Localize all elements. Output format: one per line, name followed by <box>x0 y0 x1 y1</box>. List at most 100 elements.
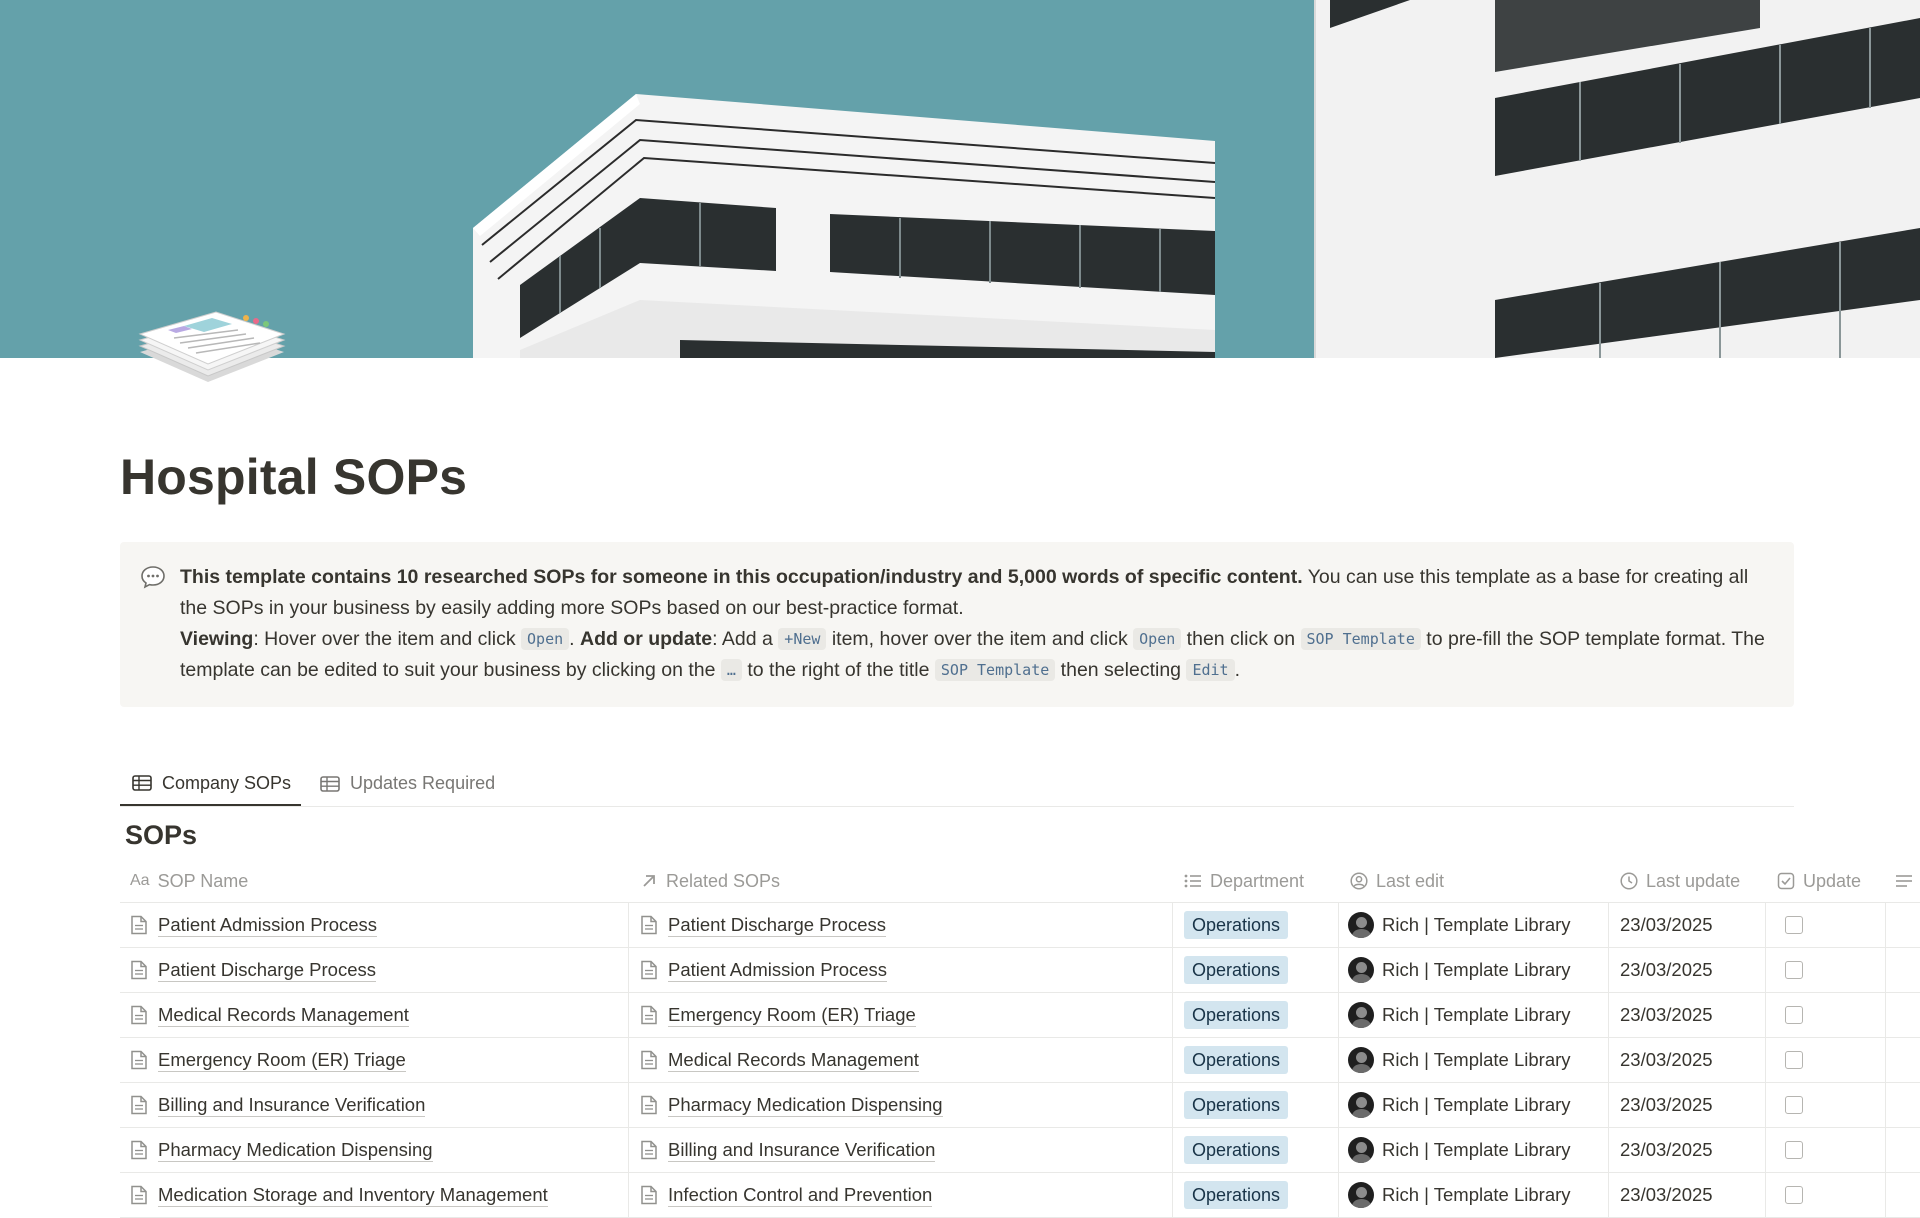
column-header-last-update[interactable]: Last update <box>1620 860 1740 902</box>
column-header-sop-name[interactable]: Aa SOP Name <box>130 860 248 902</box>
related-sop-cell[interactable]: Patient Discharge Process <box>640 903 1170 947</box>
last-edit-cell[interactable]: Rich | Template Library <box>1348 1083 1571 1127</box>
sop-name-cell[interactable]: Pharmacy Medication Dispensing <box>130 1128 630 1172</box>
table-row[interactable]: Patient Discharge Process Patient Admiss… <box>120 948 1920 993</box>
sop-name[interactable]: Medical Records Management <box>158 1004 409 1027</box>
update-cell[interactable] <box>1777 1128 1803 1172</box>
text-property-icon: Aa <box>130 872 150 889</box>
editor-name: Rich | Template Library <box>1382 1094 1571 1115</box>
speech-bubble-icon[interactable] <box>140 564 166 590</box>
table-row[interactable]: Medical Records Management Emergency Roo… <box>120 993 1920 1038</box>
update-cell[interactable] <box>1777 993 1803 1037</box>
department-tag: Operations <box>1184 1136 1289 1164</box>
related-sop-link[interactable]: Patient Discharge Process <box>668 914 886 937</box>
sop-name-cell[interactable]: Medical Records Management <box>130 993 630 1037</box>
column-label: Department <box>1210 870 1305 891</box>
last-update-cell[interactable]: 23/03/2025 <box>1620 1083 1713 1127</box>
department-cell[interactable]: Operations <box>1184 948 1289 992</box>
last-update-cell[interactable]: 23/03/2025 <box>1620 903 1713 947</box>
callout-text: then selecting <box>1055 659 1187 681</box>
table-row[interactable]: Medication Storage and Inventory Managem… <box>120 1173 1920 1218</box>
last-edit-cell[interactable]: Rich | Template Library <box>1348 1128 1571 1172</box>
related-sop-cell[interactable]: Patient Admission Process <box>640 948 1170 992</box>
department-tag: Operations <box>1184 911 1289 939</box>
update-cell[interactable] <box>1777 1083 1803 1127</box>
last-update-cell[interactable]: 23/03/2025 <box>1620 993 1713 1037</box>
database-title[interactable]: SOPs <box>125 820 197 851</box>
sop-name[interactable]: Patient Discharge Process <box>158 959 376 982</box>
department-cell[interactable]: Operations <box>1184 1173 1289 1217</box>
update-checkbox[interactable] <box>1785 1051 1803 1069</box>
sop-name-cell[interactable]: Patient Admission Process <box>130 903 630 947</box>
column-header-more[interactable] <box>1895 860 1920 902</box>
update-checkbox[interactable] <box>1785 916 1803 934</box>
last-edit-cell[interactable]: Rich | Template Library <box>1348 1173 1571 1217</box>
stacked-papers-icon[interactable] <box>134 300 290 390</box>
column-label: Update <box>1803 870 1862 891</box>
last-edit-cell[interactable]: Rich | Template Library <box>1348 1038 1571 1082</box>
update-cell[interactable] <box>1777 1173 1803 1217</box>
table-row[interactable]: Pharmacy Medication Dispensing Billing a… <box>120 1128 1920 1173</box>
update-checkbox[interactable] <box>1785 1096 1803 1114</box>
related-sop-link[interactable]: Medical Records Management <box>668 1049 919 1072</box>
sop-name[interactable]: Patient Admission Process <box>158 914 378 937</box>
update-cell[interactable] <box>1777 903 1803 947</box>
related-sop-cell[interactable]: Infection Control and Prevention <box>640 1173 1170 1217</box>
tab-updates-required[interactable]: Updates Required <box>320 762 495 805</box>
sop-name[interactable]: Emergency Room (ER) Triage <box>158 1049 406 1072</box>
sop-name-cell[interactable]: Patient Discharge Process <box>130 948 630 992</box>
last-update-cell[interactable]: 23/03/2025 <box>1620 948 1713 992</box>
last-update-cell[interactable]: 23/03/2025 <box>1620 1128 1713 1172</box>
related-sop-cell[interactable]: Pharmacy Medication Dispensing <box>640 1083 1170 1127</box>
department-cell[interactable]: Operations <box>1184 1083 1289 1127</box>
column-header-last-edit[interactable]: Last edit <box>1350 860 1444 902</box>
info-callout: This template contains 10 researched SOP… <box>120 542 1794 707</box>
table-row[interactable]: Patient Admission Process Patient Discha… <box>120 903 1920 948</box>
department-cell[interactable]: Operations <box>1184 903 1289 947</box>
last-edit-cell[interactable]: Rich | Template Library <box>1348 948 1571 992</box>
callout-text: : Add a <box>712 628 779 650</box>
related-sop-cell[interactable]: Medical Records Management <box>640 1038 1170 1082</box>
update-checkbox[interactable] <box>1785 961 1803 979</box>
update-cell[interactable] <box>1777 1038 1803 1082</box>
sop-name-cell[interactable]: Medication Storage and Inventory Managem… <box>130 1173 630 1217</box>
last-edit-cell[interactable]: Rich | Template Library <box>1348 903 1571 947</box>
update-checkbox[interactable] <box>1785 1186 1803 1204</box>
sop-name-cell[interactable]: Billing and Insurance Verification <box>130 1083 630 1127</box>
code-dots: … <box>720 659 742 681</box>
related-sop-link[interactable]: Pharmacy Medication Dispensing <box>668 1094 943 1117</box>
related-sop-link[interactable]: Patient Admission Process <box>668 959 888 982</box>
last-update-cell[interactable]: 23/03/2025 <box>1620 1173 1713 1217</box>
table-row[interactable]: Emergency Room (ER) Triage Medical Recor… <box>120 1038 1920 1083</box>
related-sop-link[interactable]: Billing and Insurance Verification <box>668 1139 936 1162</box>
update-cell[interactable] <box>1777 948 1803 992</box>
sop-name[interactable]: Billing and Insurance Verification <box>158 1094 426 1117</box>
update-checkbox[interactable] <box>1785 1006 1803 1024</box>
department-cell[interactable]: Operations <box>1184 1038 1289 1082</box>
avatar <box>1348 912 1374 938</box>
column-header-related-sops[interactable]: Related SOPs <box>640 860 780 902</box>
checkbox-property-icon <box>1777 872 1795 890</box>
related-sop-link[interactable]: Infection Control and Prevention <box>668 1184 933 1207</box>
avatar <box>1348 1092 1374 1118</box>
editor-name: Rich | Template Library <box>1382 1049 1571 1070</box>
department-cell[interactable]: Operations <box>1184 1128 1289 1172</box>
related-sop-cell[interactable]: Billing and Insurance Verification <box>640 1128 1170 1172</box>
last-edit-cell[interactable]: Rich | Template Library <box>1348 993 1571 1037</box>
sop-name[interactable]: Medication Storage and Inventory Managem… <box>158 1184 548 1207</box>
department-cell[interactable]: Operations <box>1184 993 1289 1037</box>
sop-name[interactable]: Pharmacy Medication Dispensing <box>158 1139 433 1162</box>
related-sop-link[interactable]: Emergency Room (ER) Triage <box>668 1004 916 1027</box>
document-icon <box>131 1185 147 1205</box>
table-row[interactable]: Billing and Insurance Verification Pharm… <box>120 1083 1920 1128</box>
column-header-update[interactable]: Update <box>1777 860 1861 902</box>
related-sop-cell[interactable]: Emergency Room (ER) Triage <box>640 993 1170 1037</box>
last-update-cell[interactable]: 23/03/2025 <box>1620 1038 1713 1082</box>
sop-name-cell[interactable]: Emergency Room (ER) Triage <box>130 1038 630 1082</box>
page-title[interactable]: Hospital SOPs <box>120 448 467 506</box>
avatar <box>1348 1182 1374 1208</box>
update-checkbox[interactable] <box>1785 1141 1803 1159</box>
column-header-department[interactable]: Department <box>1184 860 1304 902</box>
table-icon <box>132 775 152 791</box>
tab-company-sops[interactable]: Company SOPs <box>120 762 302 806</box>
